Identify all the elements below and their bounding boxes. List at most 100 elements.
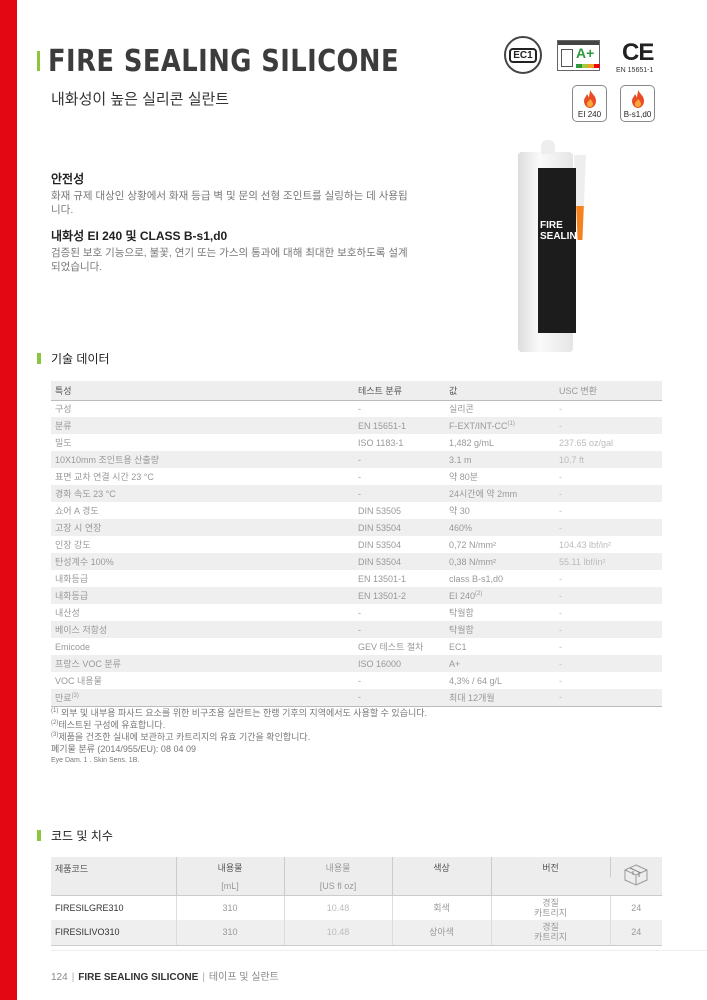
value: 실리콘 [449,404,474,415]
fire-class-bs1d0-badge: B-s1,d0 [620,85,655,122]
footnote: (3)제품을 건조한 실내에 보관하고 카트리지의 유효 기간을 확인합니다. [51,732,311,742]
col-header-version: 버전 [491,857,611,877]
usc-conversion: - [555,587,662,604]
property: 밀도 [55,438,72,448]
volume-floz: 10.48 [284,920,393,946]
test-standard: EN 13501-2 [354,587,445,604]
page-title: FIRE SEALING SILICONE [48,44,400,79]
property: 내산성 [55,608,80,618]
col-header-volume-floz: 내용물 [284,857,393,877]
property: 쇼어 A 경도 [55,506,99,516]
usc-conversion: 55.11 lbf/in² [555,553,662,570]
test-standard: - [358,403,361,414]
volume-ml: 310 [176,895,285,920]
value: A+ [445,655,555,672]
test-standard: DIN 53505 [358,505,402,516]
usc-conversion: - [555,485,662,502]
flame-icon [632,90,644,108]
volume-floz: 10.48 [284,895,393,920]
product-code: FIRESILGRE310 [51,895,177,920]
footnote-marker: (1) [507,420,515,427]
table-header-row: 제품코드 내용물 내용물 색상 버전 [51,857,662,896]
test-standard: - [358,607,361,618]
section-accent-bar [37,353,41,364]
page-number: 124 [51,972,68,983]
value: 24시간에 약 2mm [445,485,555,502]
product-code: FIRESILIVO310 [51,920,177,946]
value: 탁월함 [449,608,474,618]
table-row: 베이스 저항성 - 탁월함 - [51,621,662,638]
product-codes-table: 제품코드 내용물 내용물 색상 버전 [mL] [US fl oz] FIRES… [51,857,662,946]
col-header-usc: USC 변환 [555,381,662,401]
usc-conversion: - [555,519,662,536]
flame-icon [584,90,596,108]
usc-conversion: - [555,417,662,434]
table-row: 내산성 - 탁월함 - [51,604,662,621]
value: 460% [445,519,555,536]
volume-ml: 310 [176,920,285,946]
table-row: 경화 속도 23 °C -24시간에 약 2mm - [51,485,662,502]
voc-a-plus-badge: A+ [557,40,600,71]
codes-section-title: 코드 및 치수 [51,829,113,843]
cartridge-label: FIRE SEALIN [538,168,576,333]
table-row: 표면 교차 연결 시간 23 °C - 약 80분 - [51,468,662,485]
table-row: 10X10mm 조인트용 산출량 -3.1 m 10.7 ft [51,451,662,468]
voc-scale [576,64,600,68]
table-row: 인장 강도 DIN 53504 0,72 N/mm² 104.43 lbf/in² [51,536,662,553]
version: 경질 카트리지 [491,895,611,920]
product-image: FIRE SEALIN [508,140,608,360]
col-header-property: 특성 [51,381,354,401]
value: 4,3% / 64 g/L [449,675,503,686]
table-row: 프랑스 VOC 분류 ISO 16000 A+ - [51,655,662,672]
usc-conversion: - [559,607,562,618]
usc-conversion: 104.43 lbf/in² [559,539,612,550]
property: 프랑스 VOC 분류 [51,655,354,672]
title-accent-bar [37,51,40,71]
property: 분류 [51,417,354,434]
usc-conversion: 10.7 ft [555,451,662,468]
box-icon [624,864,648,886]
usc-conversion: - [559,573,562,584]
property: 만료(3) [51,689,354,707]
table-row: 밀도 ISO 1183-1 1,482 g/mL 237.65 oz/gal [51,434,662,451]
hazard-note: Eye Dam. 1 . Skin Sens. 1B. [51,757,140,764]
color: 회색 [392,895,492,920]
test-standard: - [354,451,445,468]
value: 0,72 N/mm² [449,539,497,550]
page-edge-strip [0,0,17,1000]
test-standard: - [354,485,445,502]
value: 약 30 [449,506,470,516]
test-standard: - [358,471,361,482]
value: EI 240(2) [445,587,555,604]
col-header-volume-ml: 내용물 [176,857,285,877]
usc-conversion: - [559,403,562,414]
pieces: 24 [610,920,662,946]
feature-list: 안전성 화재 규제 대상인 상황에서 화재 등급 벽 및 문의 선형 조인트를 … [51,170,411,284]
table-row: 쇼어 A 경도 DIN 53505 약 30 - [51,502,662,519]
feature-item: 안전성 화재 규제 대상인 상황에서 화재 등급 벽 및 문의 선형 조인트를 … [51,172,408,216]
feature-item: 내화성 EI 240 및 CLASS B-s1,d0 검증된 보호 기능으로, … [51,229,408,273]
color: 상아색 [392,920,492,946]
property: VOC 내용물 [55,676,102,686]
col-header-code: 제품코드 [51,857,177,896]
footnote-marker: (2) [475,590,483,597]
property: 내화등급 [51,587,354,604]
fire-rating-ei240-badge: EI 240 [572,85,607,122]
usc-conversion: - [559,641,562,652]
test-standard: DIN 53504 [354,519,445,536]
value: F-EXT/INT-CC(1) [445,417,555,434]
property: 경화 속도 23 °C [51,485,354,502]
table-row: 구성 - 실리콘 - [51,400,662,417]
house-icon [561,49,573,67]
technical-data-table: 특성 테스트 분류 값 USC 변환 구성 - 실리콘 - 분류 EN 15651-1 F-… [51,381,662,707]
usc-conversion: - [559,505,562,516]
usc-conversion: - [555,655,662,672]
property: 구성 [55,404,72,415]
value: class B-s1,d0 [449,573,504,584]
footnotes: (1) 외부 및 내부용 파사드 요소를 위한 비구조용 실란트는 한랭 기후의… [51,707,427,767]
table-row: FIRESILIVO310 310 10.48 상아색 경질 카트리지 24 [51,920,662,946]
table-row: 내화등급 EN 13501-2 EI 240(2) - [51,587,662,604]
test-standard: DIN 53504 [358,539,402,550]
test-standard: ISO 16000 [354,655,445,672]
test-standard: EN 15651-1 [354,417,445,434]
